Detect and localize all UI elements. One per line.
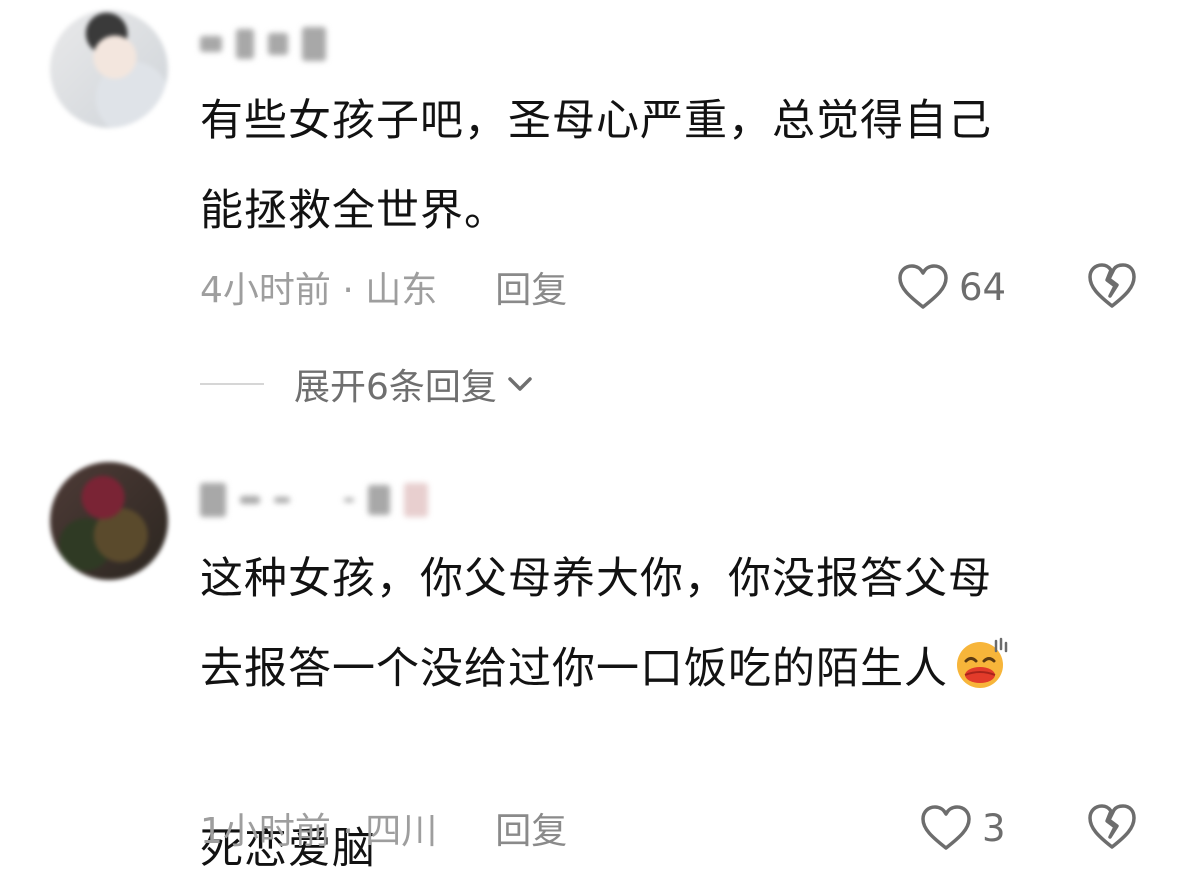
expand-replies-button[interactable]: 展开6条回复 [200,358,535,410]
expand-divider [200,383,264,385]
like-button[interactable]: 3 [920,802,1006,854]
like-count: 64 [959,265,1007,309]
like-button[interactable]: 64 [897,261,1006,313]
username-blurred[interactable] [200,24,326,64]
comment-time-location: 4小时前 · 山东 [200,270,438,311]
comment-time-location: 1小时前 · 四川 [200,811,438,852]
heart-outline-icon [921,805,971,850]
avatar[interactable] [50,462,168,580]
username-blurred[interactable] [200,480,428,520]
comment-meta: 1小时前 · 四川 回复 3 [200,802,1150,854]
expand-replies-label: 展开6条回复 [294,367,497,408]
comment-text: 有些女孩子吧，圣母心严重，总觉得自己 能拯救全世界。 [200,96,992,236]
broken-heart-icon[interactable] [1087,262,1137,310]
comment-meta: 4小时前 · 山东 回复 64 [200,261,1150,313]
broken-heart-icon[interactable] [1087,803,1137,851]
comment-text-main: 这种女孩，你父母养大你，你没报答父母 去报答一个没给过你一口饭吃的陌生人 [200,554,992,694]
chevron-down-icon [508,377,532,391]
avatar[interactable] [50,10,168,128]
like-count: 3 [982,806,1006,850]
face-with-steam-emoji [957,637,1008,688]
reply-button[interactable]: 回复 [495,261,567,313]
heart-outline-icon [898,264,948,309]
reply-button[interactable]: 回复 [495,802,567,854]
